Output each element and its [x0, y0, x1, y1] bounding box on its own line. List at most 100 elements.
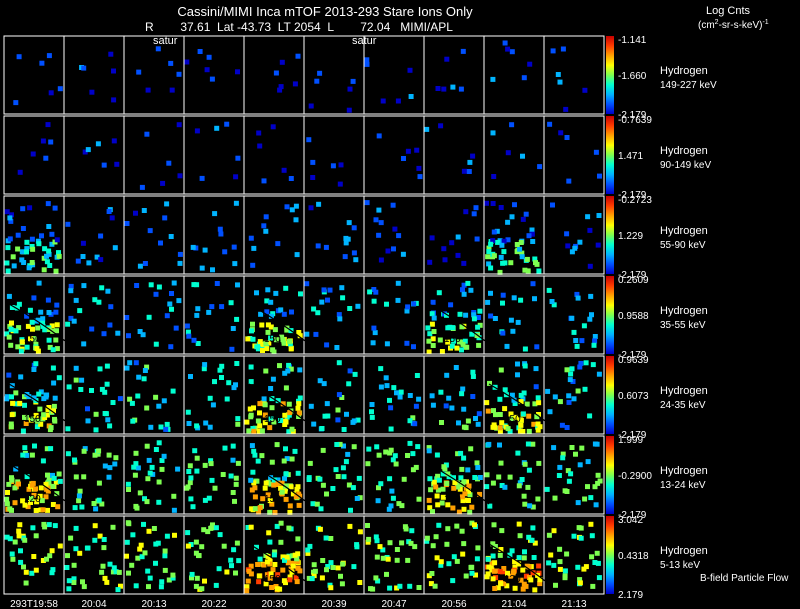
panel-6: 150 120 3.042 0.4318 2.179 Hydrogen 5-13 keV [3, 515, 708, 601]
heatmap-cell [492, 560, 498, 566]
heatmap-cell [66, 578, 72, 584]
heatmap-cell [416, 585, 422, 590]
heatmap-cell [146, 457, 152, 463]
time-tick-label: 20:39 [321, 599, 346, 609]
heatmap-cell [587, 316, 593, 322]
heatmap-cell [486, 564, 492, 570]
heatmap-cell [234, 540, 240, 546]
heatmap-cell [260, 348, 265, 353]
heatmap-cell [374, 444, 380, 450]
panel-cells [4, 200, 602, 275]
heatmap-cell [557, 399, 563, 405]
heatmap-cell [56, 471, 62, 477]
heatmap-cell [413, 464, 419, 470]
heatmap-cell [471, 316, 477, 322]
heatmap-cell [335, 417, 341, 423]
colorbar-max-label: 1.999 [618, 435, 643, 446]
heatmap-cell [111, 138, 117, 144]
heatmap-cell [107, 322, 113, 328]
heatmap-cell [141, 376, 147, 382]
heatmap-cell [366, 446, 372, 452]
time-axis: 293T19:58 20:04 20:13 20:22 20:30 20:39 20:47 2… [10, 599, 587, 609]
heatmap-cell [80, 579, 85, 585]
heatmap-cell [41, 267, 47, 273]
heatmap-cell [357, 529, 363, 535]
heatmap-cell [136, 374, 142, 380]
heatmap-cell [279, 59, 285, 65]
heatmap-cell [72, 505, 78, 511]
heatmap-cell [146, 314, 152, 320]
heatmap-cell [426, 448, 432, 454]
heatmap-cell [224, 396, 230, 402]
heatmap-cell [248, 364, 254, 370]
heatmap-cell [512, 585, 518, 591]
heatmap-cell [458, 450, 464, 456]
heatmap-cell [257, 556, 263, 562]
heatmap-cell [100, 563, 106, 569]
heatmap-cell [11, 263, 17, 269]
heatmap-cell [124, 221, 130, 226]
heatmap-cell [396, 233, 402, 239]
heatmap-cell [588, 521, 594, 527]
energy-range-label: 13-24 keV [660, 480, 706, 491]
heatmap-cell [549, 299, 555, 304]
heatmap-cell [156, 440, 162, 446]
heatmap-cell [490, 553, 496, 559]
heatmap-cell [579, 445, 585, 451]
heatmap-cell [440, 486, 446, 492]
heatmap-cell [469, 570, 475, 576]
heatmap-cell [169, 306, 174, 312]
heatmap-cell [176, 71, 182, 77]
heatmap-cell [156, 479, 162, 485]
heatmap-cell [136, 69, 142, 75]
heatmap-cell [488, 290, 493, 296]
heatmap-cell [188, 475, 194, 481]
heatmap-cell [251, 428, 257, 434]
heatmap-cell [288, 176, 294, 181]
heatmap-cell [97, 366, 103, 372]
heatmap-cell [261, 396, 267, 402]
heatmap-cell [347, 306, 353, 311]
heatmap-cell [289, 309, 294, 315]
heatmap-cell [234, 361, 240, 366]
heatmap-cell [267, 425, 273, 431]
heatmap-cell [519, 254, 525, 260]
heatmap-cell [564, 135, 570, 140]
heatmap-cell [314, 501, 320, 507]
colorbar-mid-label: -1.660 [618, 71, 647, 82]
heatmap-cell [461, 260, 467, 266]
heatmap-cell [229, 346, 235, 352]
panel-cells [4, 280, 598, 355]
heatmap-cell [325, 413, 331, 419]
heatmap-cell [585, 214, 591, 220]
heatmap-cell [594, 550, 600, 556]
colorbar-max-label: -0.2723 [618, 195, 652, 206]
heatmap-cell [292, 552, 298, 558]
heatmap-cell [309, 576, 315, 582]
heatmap-cell [271, 482, 277, 488]
heatmap-cell [377, 544, 383, 550]
heatmap-cell [439, 420, 444, 425]
heatmap-cell [536, 460, 542, 466]
heatmap-cell [156, 284, 162, 290]
heatmap-cell [473, 416, 478, 421]
heatmap-cell [195, 306, 201, 312]
heatmap-cell [391, 246, 396, 252]
heatmap-cell [485, 299, 491, 305]
heatmap-cell [405, 453, 410, 458]
heatmap-cell [593, 149, 599, 155]
heatmap-cell [340, 561, 346, 567]
heatmap-cell [96, 480, 102, 486]
heatmap-cell [45, 507, 50, 513]
heatmap-cell [433, 484, 439, 490]
heatmap-cell [353, 257, 359, 263]
heatmap-cell [24, 239, 30, 245]
heatmap-cell [80, 240, 86, 246]
heatmap-cell [282, 412, 288, 418]
heatmap-cell [497, 425, 503, 431]
heatmap-cell [226, 380, 232, 386]
heatmap-cell [257, 339, 263, 345]
heatmap-cell [135, 393, 141, 399]
heatmap-cell [41, 412, 47, 418]
heatmap-cell [492, 586, 498, 591]
